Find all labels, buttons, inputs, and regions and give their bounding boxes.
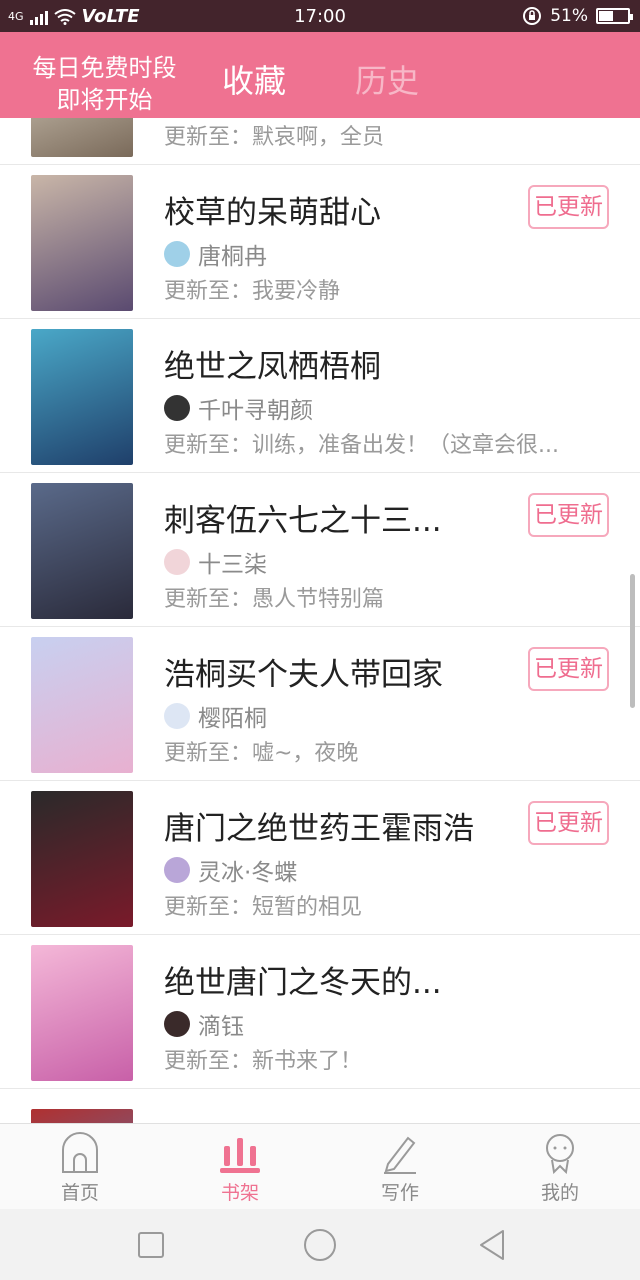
recents-icon[interactable] bbox=[137, 1231, 165, 1259]
book-title: 浩桐买个夫人带回家 bbox=[164, 657, 443, 693]
author-row: 千叶寻朝颜 bbox=[164, 391, 313, 425]
nav-write-label: 写作 bbox=[380, 1182, 419, 1204]
nav-home-label: 首页 bbox=[60, 1182, 99, 1204]
app-header: 每日免费时段 即将开始 收藏 历史 bbox=[0, 32, 640, 118]
scrollbar[interactable] bbox=[630, 574, 635, 708]
author-avatar bbox=[164, 703, 190, 729]
book-title: 唐门之绝世药王霍雨浩 bbox=[164, 811, 474, 847]
author-avatar bbox=[164, 857, 190, 883]
author-name: 千叶寻朝颜 bbox=[198, 398, 313, 424]
latest-chapter: 更新至：短暂的相见 bbox=[164, 895, 363, 920]
nav-profile[interactable]: 我的 bbox=[500, 1132, 620, 1205]
tab-favorites[interactable]: 收藏 bbox=[222, 56, 286, 102]
promo-line1: 每日免费时段 bbox=[32, 54, 177, 82]
status-right: 51% bbox=[522, 6, 633, 26]
list-item[interactable]: 绝世唐门之冬天的... 滴钰更新至：新书来了！ bbox=[0, 935, 640, 1089]
author-avatar bbox=[164, 241, 190, 267]
author-name: 滴钰 bbox=[198, 1014, 244, 1040]
book-cover bbox=[31, 118, 133, 157]
author-avatar bbox=[164, 1011, 190, 1037]
book-title: 校草的呆萌甜心 bbox=[164, 195, 381, 231]
bookshelf-icon bbox=[220, 1138, 260, 1173]
tab-history[interactable]: 历史 bbox=[355, 56, 419, 102]
updated-badge: 已更新 bbox=[528, 493, 609, 537]
book-title: 绝世之凤栖梧桐 bbox=[164, 349, 381, 385]
book-cover bbox=[31, 483, 133, 619]
book-title: 绝世唐门之冬天的... bbox=[164, 965, 442, 1001]
latest-chapter: 更新至：默哀啊，全员 bbox=[164, 125, 385, 150]
updated-badge: 已更新 bbox=[528, 185, 609, 229]
author-name: 十三柒 bbox=[198, 552, 267, 578]
status-bar: 4G VoLTE 17:00 51% bbox=[0, 0, 640, 32]
author-name: 唐桐冉 bbox=[198, 244, 267, 270]
author-row: 灵冰·冬蝶 bbox=[164, 853, 297, 887]
promo-line2: 即将开始 bbox=[56, 86, 153, 114]
author-name: 灵冰·冬蝶 bbox=[198, 860, 298, 886]
latest-chapter: 更新至：训练，准备出发！（这章会很... bbox=[164, 433, 559, 458]
latest-chapter: 更新至：我要冷静 bbox=[164, 279, 341, 304]
author-row: 樱陌桐 bbox=[164, 699, 267, 733]
latest-chapter: 更新至：嘘~，夜晚 bbox=[164, 741, 359, 766]
book-cover bbox=[31, 945, 133, 1081]
home-circle-icon[interactable] bbox=[303, 1228, 337, 1262]
battery-percent: 51% bbox=[550, 6, 588, 26]
profile-icon bbox=[546, 1134, 574, 1174]
author-row: 滴钰 bbox=[164, 1007, 244, 1041]
book-cover bbox=[31, 637, 133, 773]
back-icon[interactable] bbox=[477, 1229, 507, 1261]
battery-fill bbox=[599, 11, 613, 21]
book-title: 刺客伍六七之十三... bbox=[164, 503, 442, 539]
author-name: 樱陌桐 bbox=[198, 706, 267, 732]
system-nav-bar bbox=[0, 1209, 640, 1280]
home-icon bbox=[62, 1132, 98, 1173]
author-avatar bbox=[164, 549, 190, 575]
list-item[interactable]: 绝世之凤栖梧桐千叶寻朝颜更新至：训练，准备出发！（这章会很... bbox=[0, 319, 640, 473]
book-cover bbox=[31, 791, 133, 927]
rotation-lock-icon bbox=[523, 7, 542, 25]
list-item[interactable]: 更新至：默哀啊，全员 bbox=[0, 118, 640, 165]
bookshelf-list[interactable]: 更新至：默哀啊，全员 校草的呆萌甜心 唐桐冉 更新至：我要冷静 已更新 绝世之凤栖梧桐千… bbox=[0, 118, 640, 1123]
list-item[interactable] bbox=[0, 1099, 640, 1123]
nav-bookshelf[interactable]: 书架 bbox=[180, 1132, 300, 1205]
book-cover bbox=[31, 1109, 133, 1123]
author-row: 十三柒 bbox=[164, 545, 267, 579]
bottom-nav: 首页 书架 写作 我的 bbox=[0, 1123, 640, 1209]
book-cover bbox=[31, 175, 133, 311]
pencil-icon bbox=[384, 1136, 416, 1174]
nav-home[interactable]: 首页 bbox=[20, 1132, 140, 1205]
list-item[interactable]: 校草的呆萌甜心唐桐冉更新至：我要冷静 已更新 bbox=[0, 165, 640, 319]
updated-badge: 已更新 bbox=[528, 801, 609, 845]
nav-profile-label: 我的 bbox=[540, 1182, 579, 1204]
list-item[interactable]: 唐门之绝世药王霍雨浩灵冰·冬蝶更新至：短暂的相见 已更新 bbox=[0, 781, 640, 935]
author-avatar bbox=[164, 395, 190, 421]
battery-icon bbox=[596, 8, 633, 24]
list-item[interactable]: 刺客伍六七之十三... 十三柒更新至：愚人节特别篇 已更新 bbox=[0, 473, 640, 627]
latest-chapter: 更新至：愚人节特别篇 bbox=[164, 587, 385, 612]
updated-badge: 已更新 bbox=[528, 647, 609, 691]
book-cover bbox=[31, 329, 133, 465]
nav-write[interactable]: 写作 bbox=[340, 1132, 460, 1205]
latest-chapter: 更新至：新书来了！ bbox=[164, 1049, 363, 1074]
author-row: 唐桐冉 bbox=[164, 237, 267, 271]
free-period-banner[interactable]: 每日免费时段 即将开始 bbox=[22, 52, 187, 116]
nav-bookshelf-label: 书架 bbox=[220, 1182, 259, 1204]
list-item[interactable]: 浩桐买个夫人带回家樱陌桐更新至：嘘~，夜晚 已更新 bbox=[0, 627, 640, 781]
